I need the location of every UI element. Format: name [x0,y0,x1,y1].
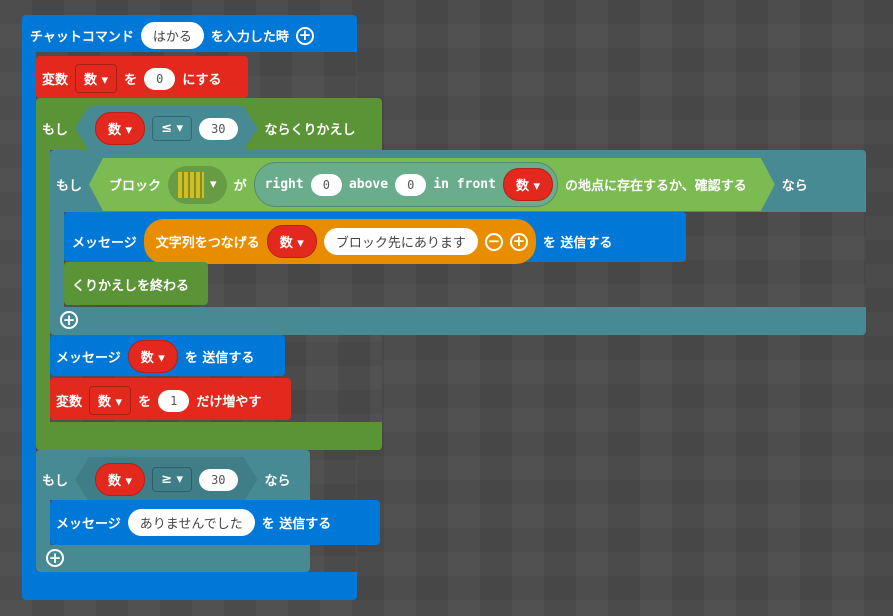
add-parameter-icon[interactable]: + [295,26,314,45]
send-label: を 送信する [542,236,613,251]
to-label: を [124,73,138,88]
if-label: もし [56,179,83,194]
message-label: メッセージ [72,236,137,251]
block-test-condition[interactable]: ブロック ▾ が right 0 above 0 in front 数 ▾ の地… [89,158,775,211]
above-input[interactable]: 0 [395,174,426,196]
variable-dropdown[interactable]: 数 ▾ [127,340,178,373]
check-label: の地点に存在するか、確認する [565,179,747,194]
event-suffix: を入力した時 [210,30,289,45]
variable-dropdown[interactable]: 数 ▾ [75,64,118,93]
melon-block-icon [178,172,204,198]
right-input[interactable]: 0 [311,174,342,196]
send-label: を 送信する [184,351,255,366]
if-label: もし [42,474,69,489]
right-label: right [264,177,304,192]
add-icon[interactable]: + [509,232,528,251]
variable-dropdown[interactable]: 数 ▾ [89,386,132,415]
position-block[interactable]: right 0 above 0 in front 数 ▾ [254,162,558,207]
join-block[interactable]: 文字列をつなげる 数 ▾ ブロック先にあります − + [143,219,536,264]
above-label: above [348,177,389,192]
front-label: in front [433,177,496,192]
value-input[interactable]: 30 [199,118,237,140]
command-input[interactable]: はかる [140,22,204,49]
suffix-label: にする [182,73,222,88]
compare-condition[interactable]: 数 ▾ ≥ ▾ 30 [75,457,258,502]
value-input[interactable]: 1 [158,389,190,412]
break-label: くりかえしを終わる [72,279,190,294]
by-label: を [138,395,152,410]
operator-dropdown[interactable]: ≥ ▾ [152,467,192,492]
change-label: 変数 [56,395,83,410]
set-label: 変数 [42,73,69,88]
text-input[interactable]: ブロック先にあります [323,228,478,255]
remove-icon[interactable]: − [484,232,503,251]
send-label: を 送信する [261,517,332,532]
compare-condition[interactable]: 数 ▾ ≤ ▾ 30 [75,106,258,151]
then-label: なら [264,474,291,489]
variable-dropdown[interactable]: 数 ▾ [266,225,317,258]
ga-label: が [233,179,247,194]
message-label: メッセージ [56,351,121,366]
variable-dropdown[interactable]: 数 ▾ [95,112,145,145]
event-label: チャットコマンド [30,30,134,45]
while-suffix: ならくりかえし [264,123,356,138]
if-label: もし [42,123,69,138]
value-input[interactable]: 0 [144,67,176,90]
variable-dropdown[interactable]: 数 ▾ [95,463,145,496]
operator-dropdown[interactable]: ≤ ▾ [152,116,192,141]
suffix-label: だけ増やす [196,395,262,410]
block-label: ブロック [109,179,162,194]
message-label: メッセージ [56,517,121,532]
add-else-icon[interactable]: + [46,549,64,567]
text-input[interactable]: ありませんでした [127,509,255,536]
join-label: 文字列をつなげる [155,236,260,251]
block-picker[interactable]: ▾ [168,166,227,204]
add-else-icon[interactable]: + [60,311,78,329]
then-label: なら [781,179,808,194]
value-input[interactable]: 30 [199,469,237,491]
front-variable-dropdown[interactable]: 数 ▾ [503,168,553,201]
